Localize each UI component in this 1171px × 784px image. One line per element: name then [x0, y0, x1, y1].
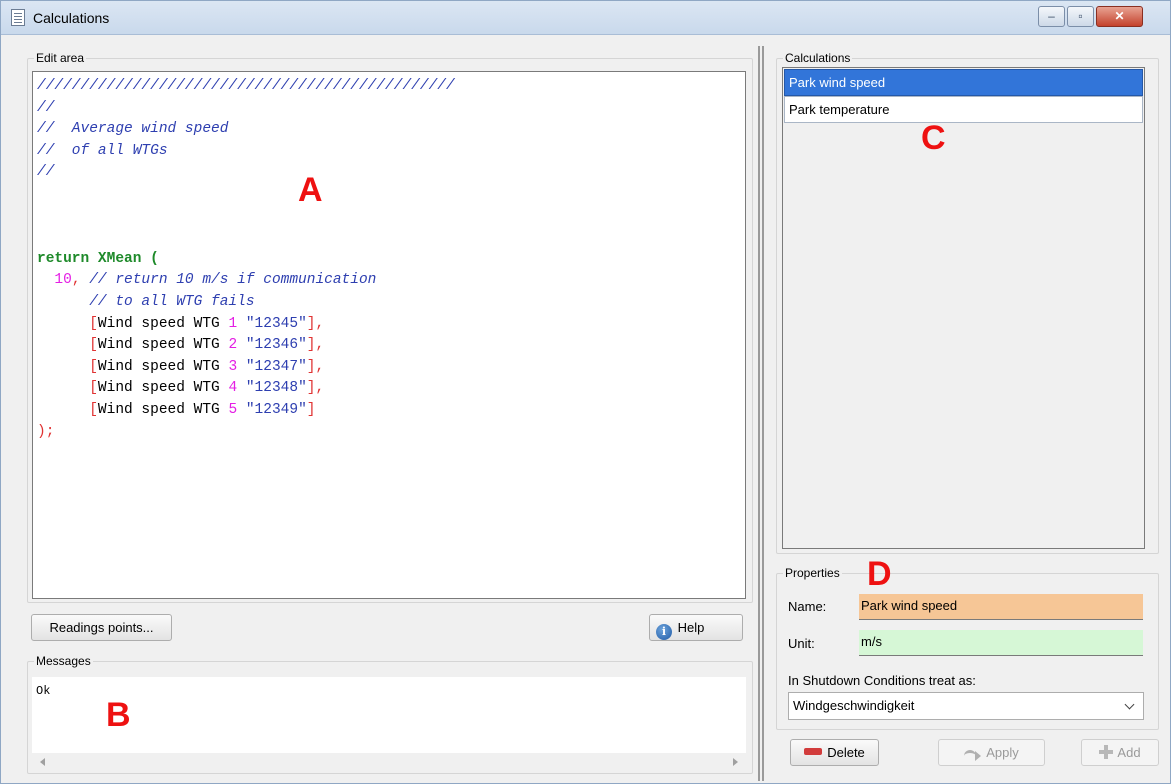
calculations-list[interactable]: Park wind speed Park temperature [782, 67, 1145, 549]
add-button[interactable]: Add [1081, 739, 1159, 766]
apply-button[interactable]: Apply [938, 739, 1045, 766]
close-button[interactable]: ✕ [1096, 6, 1143, 27]
marker-c: C [921, 119, 946, 157]
scroll-right-icon[interactable] [733, 758, 738, 766]
help-button[interactable]: i Help [649, 614, 743, 641]
shutdown-value: Windgeschwindigkeit [793, 698, 915, 713]
code-open-paren: ( [141, 250, 159, 267]
info-icon: i [656, 624, 672, 640]
code-text: ////////////////////////////////////////… [37, 76, 455, 443]
code-line-4: // of all WTGs [37, 142, 168, 159]
code-comment-2: // to all WTG fails [37, 293, 255, 310]
edit-area-group: Edit area //////////////////////////////… [27, 51, 753, 603]
code-arg-row: [Wind speed WTG 5 "12349"] [89, 401, 316, 418]
panel-splitter[interactable] [758, 46, 764, 781]
calculations-label: Calculations [783, 51, 853, 65]
code-line-2: // [37, 99, 55, 116]
code-comma: , [71, 272, 81, 289]
properties-label: Properties [783, 566, 842, 580]
list-item-park-wind-speed[interactable]: Park wind speed [784, 69, 1143, 96]
scroll-left-icon[interactable] [40, 758, 45, 766]
unit-field[interactable]: m/s [859, 630, 1143, 656]
horizontal-scrollbar[interactable] [32, 753, 746, 771]
code-line-3: // Average wind speed [37, 121, 229, 138]
messages-label: Messages [34, 654, 93, 668]
window-title: Calculations [33, 10, 110, 26]
unit-label: Unit: [788, 636, 815, 651]
shutdown-treat-select[interactable]: Windgeschwindigkeit [788, 692, 1144, 720]
marker-d: D [867, 555, 892, 593]
message-text: Ok [36, 684, 51, 698]
marker-a: A [298, 171, 323, 209]
shutdown-label: In Shutdown Conditions treat as: [788, 673, 976, 688]
code-comment-1: // return 10 m/s if communication [80, 272, 377, 289]
messages-output[interactable]: Ok [32, 677, 746, 771]
code-end: ); [37, 423, 55, 440]
code-line-5: // [37, 164, 55, 181]
properties-group: Properties Name: Park wind speed Unit: m… [776, 566, 1159, 730]
delete-button[interactable]: Delete [790, 739, 879, 766]
minimize-button[interactable]: – [1038, 6, 1065, 27]
edit-area-label: Edit area [34, 51, 87, 65]
code-editor[interactable]: ////////////////////////////////////////… [32, 71, 746, 599]
help-label: Help [677, 620, 705, 635]
code-line-1: ////////////////////////////////////////… [37, 78, 455, 94]
code-return-keyword: return XMean [37, 250, 142, 267]
add-label: Add [1117, 745, 1141, 760]
plus-icon [1099, 745, 1114, 759]
code-arg-row: [Wind speed WTG 3 "12347"], [89, 358, 325, 375]
readings-points-button[interactable]: Readings points... [31, 614, 172, 641]
marker-b: B [106, 696, 131, 734]
title-bar[interactable]: Calculations – ▫ ✕ [1, 1, 1170, 35]
list-item-park-temperature[interactable]: Park temperature [784, 96, 1143, 123]
redo-arrow-icon [964, 748, 982, 761]
calculations-group: Calculations Park wind speed Park temper… [776, 51, 1159, 554]
apply-label: Apply [986, 745, 1019, 760]
code-arg-row: [Wind speed WTG 4 "12348"], [89, 380, 325, 397]
chevron-down-icon [1124, 699, 1135, 710]
messages-group: Messages Ok [27, 654, 753, 774]
maximize-button[interactable]: ▫ [1067, 6, 1094, 27]
minus-icon [804, 748, 823, 755]
code-arg-row: [Wind speed WTG 2 "12346"], [89, 337, 325, 354]
delete-label: Delete [827, 745, 865, 760]
code-arg-row: [Wind speed WTG 1 "12345"], [89, 315, 325, 332]
name-field[interactable]: Park wind speed [859, 594, 1143, 620]
name-label: Name: [788, 599, 827, 614]
document-icon [11, 9, 25, 26]
calculations-window: Calculations – ▫ ✕ Edit area ///////////… [0, 0, 1171, 784]
code-default-value: 10 [37, 272, 72, 289]
